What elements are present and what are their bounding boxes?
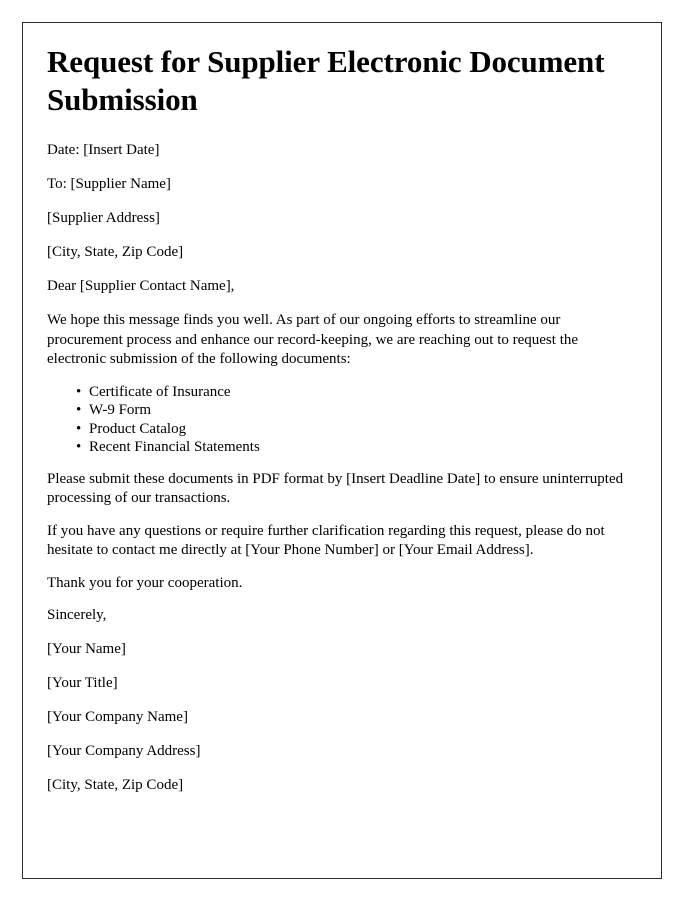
recipient-address-line: [Supplier Address] xyxy=(47,210,160,226)
recipient-city-state-zip-line: [City, State, Zip Code] xyxy=(47,244,184,260)
signature-title: [Your Title] xyxy=(47,675,118,691)
document-page: Request for Supplier Electronic Document… xyxy=(22,22,662,879)
deadline-paragraph: Please submit these documents in PDF for… xyxy=(47,470,624,507)
bullet-icon: • xyxy=(76,420,82,437)
list-item-label: Recent Financial Statements xyxy=(89,439,260,455)
list-item: • Certificate of Insurance xyxy=(47,383,629,402)
contact-paragraph: If you have any questions or require fur… xyxy=(47,522,605,559)
recipient-name-line: To: [Supplier Name] xyxy=(47,176,171,192)
signature-name: [Your Name] xyxy=(47,641,126,657)
list-item-label: Certificate of Insurance xyxy=(89,383,231,400)
bullet-icon: • xyxy=(76,383,82,400)
signature-company-address: [Your Company Address] xyxy=(47,743,201,759)
signature-city-state-zip: [City, State, Zip Code] xyxy=(47,777,184,793)
requested-documents-list: • Certificate of Insurance • W-9 Form • … xyxy=(47,383,629,457)
list-item: • W-9 Form xyxy=(47,401,629,420)
list-item-label: W-9 Form xyxy=(89,402,152,418)
thanks-paragraph: Thank you for your cooperation. xyxy=(47,574,243,591)
salutation: Dear [Supplier Contact Name], xyxy=(47,278,235,294)
page-title: Request for Supplier Electronic Document… xyxy=(47,44,605,117)
list-item: • Recent Financial Statements xyxy=(47,438,629,457)
bullet-icon: • xyxy=(76,402,82,418)
intro-paragraph: We hope this message finds you well. As … xyxy=(47,312,579,367)
signature-company-name: [Your Company Name] xyxy=(47,709,188,725)
date-line: Date: [Insert Date] xyxy=(47,142,160,158)
document-content: Request for Supplier Electronic Document… xyxy=(47,43,629,795)
list-item: • Product Catalog xyxy=(47,420,629,439)
bullet-icon: • xyxy=(76,439,82,455)
list-item-label: Product Catalog xyxy=(89,420,187,437)
closing-line: Sincerely, xyxy=(47,607,107,623)
